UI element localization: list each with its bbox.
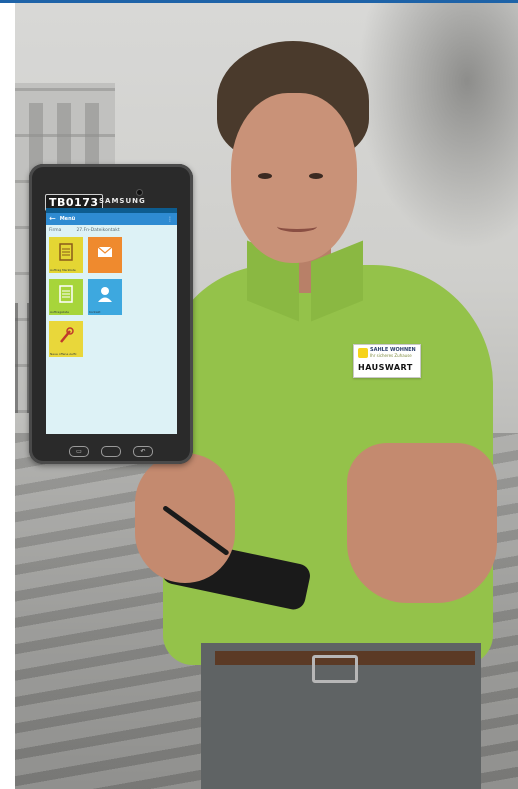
badge-role: HAUSWART (358, 363, 413, 372)
right-arm (347, 443, 497, 603)
badge-logo-icon (358, 348, 368, 358)
wrench-icon (58, 327, 74, 345)
menu-tile[interactable]: Auftragsliste (49, 279, 83, 315)
back-button[interactable]: ↶ (133, 445, 153, 457)
menu-tile[interactable] (88, 237, 122, 273)
badge-tagline: Ihr sicheres Zuhause (370, 353, 412, 358)
tile-label: Neue offene Auftr. (50, 351, 78, 356)
home-button[interactable] (101, 445, 121, 457)
tile-label: Kontakt (89, 309, 101, 314)
right-eye (309, 173, 323, 179)
tablet-screen: ← Menü ⋮ Firma 27.Fn-Dateikontakt Auftra… (46, 208, 177, 434)
document-list-icon (58, 243, 74, 261)
recent-apps-button[interactable]: ▭ (69, 445, 89, 457)
device-brand: SAMSUNG (99, 197, 146, 205)
section-label-second: 27.Fn-Dateikontakt (76, 228, 120, 233)
belt-buckle (312, 655, 358, 683)
tile-label: Auftrag Merkliste (50, 267, 76, 272)
rugged-tablet: TB0173 SAMSUNG ← Menü ⋮ Firma 27.Fn-Date… (29, 164, 193, 464)
tile-label: Auftragsliste (50, 309, 69, 314)
app-bar: ← Menü ⋮ (46, 213, 177, 225)
face (231, 93, 357, 263)
person-icon (97, 285, 113, 303)
section-label-firma: Firma (49, 228, 62, 233)
menu-tile[interactable]: Kontakt (88, 279, 122, 315)
menu-tile[interactable]: Neue offene Auftr. (49, 321, 83, 357)
smile (277, 221, 317, 232)
document-list-icon (58, 285, 74, 303)
menu-tile[interactable]: Auftrag Merkliste (49, 237, 83, 273)
app-title: Menü (59, 216, 76, 222)
envelope-icon (97, 243, 113, 261)
section-labels: Firma 27.Fn-Dateikontakt (49, 228, 177, 233)
hardware-nav-bar: ▭ ↶ (69, 444, 153, 458)
front-camera (136, 189, 143, 196)
overflow-menu-icon[interactable]: ⋮ (167, 216, 177, 223)
back-arrow-icon[interactable]: ← (49, 215, 56, 223)
name-badge: SAHLE WOHNEN Ihr sicheres Zuhause HAUSWA… (353, 344, 421, 378)
left-eye (258, 173, 272, 179)
left-hand (135, 453, 235, 583)
